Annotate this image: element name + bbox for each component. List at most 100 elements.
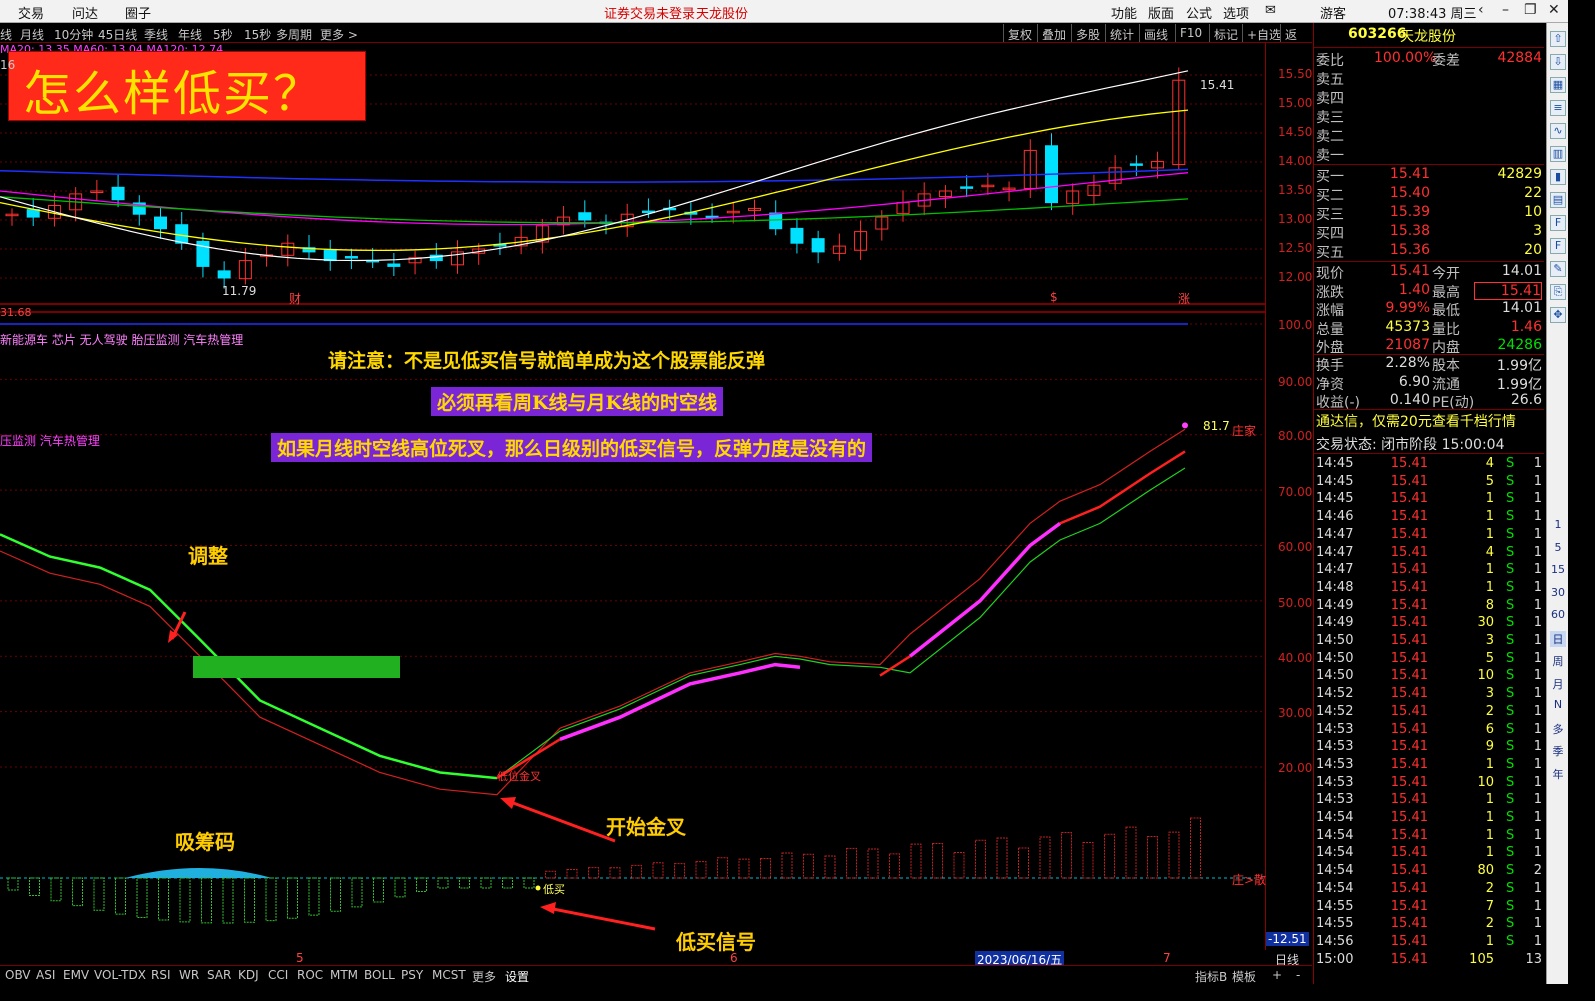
zoom-in-button[interactable]: + xyxy=(1272,968,1282,982)
tool-adjust[interactable]: 复权 xyxy=(1003,24,1036,42)
menu-wenda[interactable]: 问达 xyxy=(72,3,98,22)
period-tab[interactable]: 5秒 xyxy=(213,26,233,43)
indicator-b-button[interactable]: 指标B xyxy=(1195,968,1227,985)
period-tab[interactable]: 年线 xyxy=(178,26,202,43)
period-tab[interactable]: 15秒 xyxy=(244,26,271,43)
tool-back[interactable]: 返回 xyxy=(1280,24,1312,59)
sell-level[interactable]: 卖三 xyxy=(1314,107,1544,126)
period-tab[interactable]: 多周期 xyxy=(276,26,312,43)
tool-overlay[interactable]: 叠加 xyxy=(1037,24,1070,42)
template-button[interactable]: 模板 xyxy=(1232,968,1256,985)
sell-level[interactable]: 卖四 xyxy=(1314,88,1544,107)
buy-level[interactable]: 买三 15.39 10 xyxy=(1314,204,1544,223)
sidebar-period-9[interactable]: N xyxy=(1550,698,1566,714)
period-tab[interactable]: 线 xyxy=(0,26,12,43)
doc-icon[interactable]: ▤ xyxy=(1550,192,1566,208)
tab-vol-tdx[interactable]: VOL-TDX xyxy=(94,968,146,982)
promo-bar[interactable]: 通达信，仅需20元查看千档行情 xyxy=(1314,410,1544,430)
chart-icon[interactable]: ∿ xyxy=(1550,123,1566,139)
tab-mcst[interactable]: MCST xyxy=(432,968,466,982)
arrow-down-icon[interactable]: ⇩ xyxy=(1550,54,1566,70)
sell-level[interactable]: 卖二 xyxy=(1314,126,1544,145)
tick-row: 14:49 15.41 30 S 1 xyxy=(1314,615,1544,632)
user-label[interactable]: 游客 xyxy=(1320,3,1346,22)
sell-level[interactable]: 卖五 xyxy=(1314,69,1544,88)
menu-options[interactable]: 选项 xyxy=(1223,3,1249,22)
list-icon[interactable]: ≡ xyxy=(1550,100,1566,116)
period-tab[interactable]: 月线 xyxy=(20,26,44,43)
period-tab-more[interactable]: 更多 > xyxy=(320,26,358,43)
menu-formula[interactable]: 公式 xyxy=(1186,3,1212,22)
menu-trade[interactable]: 交易 xyxy=(18,3,44,22)
tab-kdj[interactable]: KDJ xyxy=(238,968,259,982)
sidebar-period-5[interactable]: 60 xyxy=(1550,608,1566,624)
tick-count: 1 xyxy=(1533,792,1542,808)
price-tick: 15.50 xyxy=(1278,67,1313,81)
login-notice[interactable]: 证券交易未登录 xyxy=(604,3,695,22)
bar-icon[interactable]: ▮ xyxy=(1550,169,1566,185)
sidebar-period-1[interactable]: 1 xyxy=(1550,518,1566,534)
tool-add-watchlist[interactable]: +自选 xyxy=(1242,24,1285,42)
tab-sar[interactable]: SAR xyxy=(207,968,231,982)
tab-boll[interactable]: BOLL xyxy=(364,968,395,982)
copy-icon[interactable]: ⎘ xyxy=(1550,284,1566,300)
tool-mark[interactable]: 标记 xyxy=(1209,24,1242,42)
restore-icon[interactable]: ❐ xyxy=(1524,2,1537,18)
tool-draw[interactable]: 画线 xyxy=(1139,24,1172,42)
tick-count: 1 xyxy=(1533,456,1542,471)
mail-icon[interactable]: ✉ xyxy=(1265,3,1276,18)
sidebar-period-8[interactable]: 月 xyxy=(1550,676,1566,692)
close-icon[interactable]: ✕ xyxy=(1548,2,1560,18)
compass-icon[interactable]: ✥ xyxy=(1550,307,1566,323)
tab-mtm[interactable]: MTM xyxy=(330,968,358,982)
sidebar-period-11[interactable]: 季 xyxy=(1550,743,1566,759)
sidebar-period-2[interactable]: 5 xyxy=(1550,541,1566,557)
concept-tags: 新能源车 芯片 无人驾驶 胎压监测 汽车热管理 xyxy=(0,333,244,347)
tool-multi-stock[interactable]: 多股 xyxy=(1071,24,1104,42)
f10-icon[interactable]: F xyxy=(1550,215,1566,231)
tab-emv[interactable]: EMV xyxy=(63,968,89,982)
buy-level[interactable]: 买二 15.40 22 xyxy=(1314,185,1544,204)
buy-level[interactable]: 买一 15.41 42829 xyxy=(1314,166,1544,185)
arrow-up-icon[interactable]: ⇧ xyxy=(1550,31,1566,47)
tab-rsi[interactable]: RSI xyxy=(151,968,171,982)
sidebar-period-3[interactable]: 15 xyxy=(1550,563,1566,579)
sell-level[interactable]: 卖一 xyxy=(1314,145,1544,164)
level-label: 买五 xyxy=(1316,245,1344,261)
tab-wr[interactable]: WR xyxy=(179,968,199,982)
promo-text[interactable]: 通达信，仅需20元查看千档行情 xyxy=(1316,411,1516,431)
tab-psy[interactable]: PSY xyxy=(401,968,423,982)
level-price: 15.39 xyxy=(1389,204,1430,220)
tab-more[interactable]: 更多 xyxy=(472,968,496,985)
tab-settings[interactable]: 设置 xyxy=(505,968,529,985)
sidebar-period-4[interactable]: 30 xyxy=(1550,586,1566,602)
period-tab[interactable]: 季线 xyxy=(144,26,168,43)
tool-stats[interactable]: 统计 xyxy=(1105,24,1138,42)
tab-cci[interactable]: CCI xyxy=(268,968,288,982)
sidebar-period-10[interactable]: 多 xyxy=(1550,721,1566,737)
sidebar-period-7[interactable]: 周 xyxy=(1550,653,1566,669)
period-tab[interactable]: 45日线 xyxy=(98,26,137,43)
buy-level[interactable]: 买五 15.36 20 xyxy=(1314,242,1544,261)
zoom-out-button[interactable]: - xyxy=(1296,968,1300,982)
menu-layout[interactable]: 版面 xyxy=(1148,3,1174,22)
tab-obv[interactable]: OBV xyxy=(5,968,31,982)
back-icon[interactable]: ‹ xyxy=(1478,2,1484,18)
menu-function[interactable]: 功能 xyxy=(1111,3,1137,22)
sidebar-period-12[interactable]: 年 xyxy=(1550,766,1566,782)
grid-icon[interactable]: ▦ xyxy=(1550,77,1566,93)
candle-icon[interactable]: ▥ xyxy=(1550,146,1566,162)
period-tab[interactable]: 10分钟 xyxy=(54,26,93,43)
minimize-icon[interactable]: – xyxy=(1502,2,1509,18)
menu-circle[interactable]: 圈子 xyxy=(125,3,151,22)
tab-asi[interactable]: ASI xyxy=(36,968,55,982)
pin-icon[interactable]: ✎ xyxy=(1550,261,1566,277)
tool-f10[interactable]: F10 xyxy=(1175,24,1206,42)
sidebar-period-6[interactable]: 日 xyxy=(1550,630,1566,647)
indicator-tick: 70.00 xyxy=(1278,485,1313,499)
f12-icon[interactable]: F xyxy=(1550,238,1566,254)
tick-volume: 1 xyxy=(1485,810,1494,825)
buy-level[interactable]: 买四 15.38 3 xyxy=(1314,223,1544,242)
tab-roc[interactable]: ROC xyxy=(297,968,323,982)
volume-bar xyxy=(1104,833,1115,879)
